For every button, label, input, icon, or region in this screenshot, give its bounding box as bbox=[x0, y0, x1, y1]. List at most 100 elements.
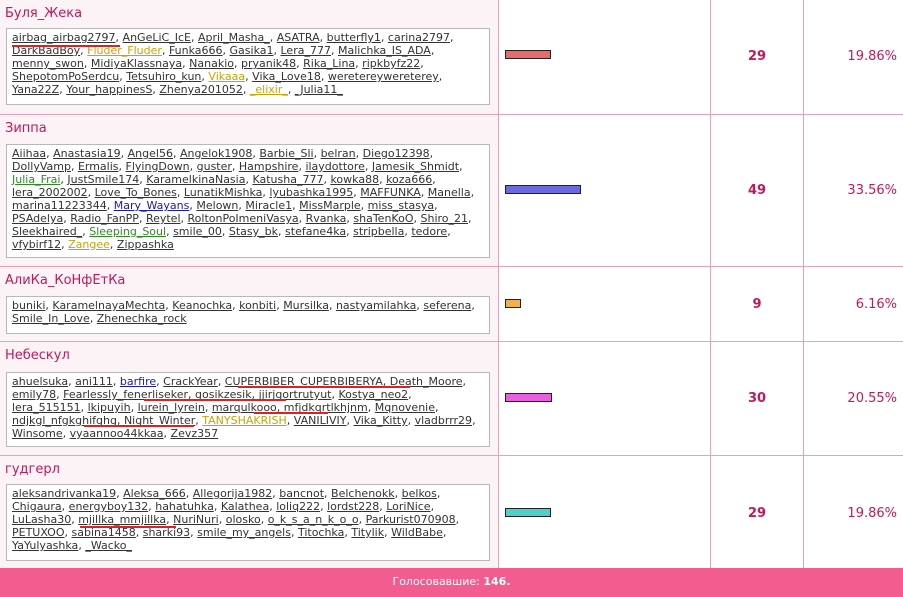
voter-link[interactable]: lordst228 bbox=[327, 500, 379, 513]
voter-link[interactable]: Malichka_IS_ADA bbox=[338, 44, 431, 57]
voter-link[interactable]: Barbie_Sli bbox=[259, 147, 313, 160]
voter-link[interactable]: MissMarple bbox=[299, 199, 361, 212]
voter-link[interactable]: olosko bbox=[226, 513, 261, 526]
voter-link[interactable]: Keanochka bbox=[172, 299, 232, 312]
voter-link[interactable]: AnGeLiC_IcE bbox=[123, 31, 191, 44]
voter-link[interactable]: Stasy_bk bbox=[229, 225, 278, 238]
voter-link[interactable]: Radio_FanPP bbox=[70, 212, 139, 225]
voter-link[interactable]: vfybirf12 bbox=[12, 238, 61, 251]
voter-link[interactable]: lyubashka1995 bbox=[269, 186, 353, 199]
voter-link[interactable]: belkos bbox=[402, 487, 437, 500]
voter-link[interactable]: Sleeping_Soul bbox=[89, 225, 166, 238]
voter-link[interactable]: o_k_s_a_n_k_o_o bbox=[268, 513, 359, 526]
voter-link[interactable]: DollyVamp bbox=[12, 160, 71, 173]
voter-link[interactable]: PSAdelya bbox=[12, 212, 63, 225]
voter-link[interactable]: Rvanka bbox=[306, 212, 347, 225]
voter-link[interactable]: VANILIVIY bbox=[294, 414, 347, 427]
voter-link[interactable]: YaYulyashka bbox=[12, 539, 78, 552]
voter-link[interactable]: vyaannoo44kkaa bbox=[70, 427, 164, 440]
voter-link[interactable]: LoriNice bbox=[386, 500, 430, 513]
voter-link[interactable]: LunatikMishka bbox=[184, 186, 263, 199]
voter-link[interactable]: Nanakio bbox=[189, 57, 234, 70]
voter-link[interactable]: _elixir_ bbox=[250, 83, 288, 96]
voter-link[interactable]: Tetsuhiro_kun bbox=[126, 70, 201, 83]
voter-link[interactable]: KaramelkinaNasia bbox=[146, 173, 245, 186]
voter-link[interactable]: stefane4ka bbox=[285, 225, 346, 238]
voter-link[interactable]: Hampshire bbox=[239, 160, 299, 173]
voter-link[interactable]: WildBabe bbox=[391, 526, 443, 539]
voter-link[interactable]: ripkbyfz22 bbox=[362, 57, 420, 70]
voter-link[interactable]: NuriNuri bbox=[173, 513, 219, 526]
voter-link[interactable]: shaTenKoO bbox=[353, 212, 413, 225]
voter-link[interactable]: Mary_Wayans bbox=[114, 199, 190, 212]
voter-link[interactable]: lera_515151 bbox=[12, 401, 81, 414]
voter-link[interactable]: stripbella bbox=[353, 225, 404, 238]
voter-link[interactable]: Aiihaa bbox=[12, 147, 46, 160]
voter-link[interactable]: Melown bbox=[196, 199, 238, 212]
voter-link[interactable]: Titylik bbox=[351, 526, 384, 539]
voter-link[interactable]: ani111 bbox=[75, 375, 113, 388]
voter-link[interactable]: Mursilka bbox=[283, 299, 329, 312]
voter-link[interactable]: airbag_airbag2797 bbox=[12, 31, 116, 44]
voter-link[interactable]: Your_happinesS bbox=[66, 83, 152, 96]
voter-link[interactable]: ASATRA bbox=[277, 31, 320, 44]
voter-link[interactable]: Shiro_21 bbox=[420, 212, 468, 225]
voter-link[interactable]: Ermalis bbox=[78, 160, 119, 173]
voter-link[interactable]: koza666 bbox=[386, 173, 432, 186]
voter-link[interactable]: Yana22Z bbox=[12, 83, 59, 96]
voter-link[interactable]: TANYSHAKRISH bbox=[202, 414, 286, 427]
voter-link[interactable]: JustSmile174 bbox=[67, 173, 139, 186]
voter-link[interactable]: Funka666 bbox=[169, 44, 223, 57]
voter-link[interactable]: Vika_Kitty bbox=[353, 414, 407, 427]
voter-link[interactable]: PETUXOO bbox=[12, 526, 65, 539]
voter-link[interactable]: ShepotomPoSerdcu bbox=[12, 70, 119, 83]
voter-link[interactable]: smile_my_angels bbox=[197, 526, 291, 539]
voter-link[interactable]: Gasika1 bbox=[230, 44, 274, 57]
voter-link[interactable]: Sleekhaired_ bbox=[12, 225, 82, 238]
voter-link[interactable]: ilaydottore bbox=[305, 160, 364, 173]
voter-link[interactable]: carina2797 bbox=[388, 31, 450, 44]
voter-link[interactable]: lera_2002002 bbox=[12, 186, 88, 199]
voter-link[interactable]: Lera_777 bbox=[281, 44, 331, 57]
voter-link[interactable]: miss_stasya bbox=[368, 199, 435, 212]
voter-link[interactable]: Katusha_777 bbox=[252, 173, 323, 186]
voter-link[interactable]: Zangee bbox=[68, 238, 110, 251]
voter-link[interactable]: vladbrrr29 bbox=[415, 414, 472, 427]
voter-link[interactable]: Reytel bbox=[146, 212, 181, 225]
voter-link[interactable]: Angelok1908 bbox=[180, 147, 252, 160]
voter-link[interactable]: energyboy132 bbox=[69, 500, 149, 513]
voter-link[interactable]: konbiti bbox=[239, 299, 276, 312]
voter-link[interactable]: Zevz357 bbox=[171, 427, 219, 440]
voter-link[interactable]: belran bbox=[321, 147, 356, 160]
voter-link[interactable]: menny_swon bbox=[12, 57, 84, 70]
voter-link[interactable]: kowka88 bbox=[330, 173, 379, 186]
voter-link[interactable]: Smile_In_Love bbox=[12, 312, 90, 325]
voter-link[interactable]: Vika_Love18 bbox=[252, 70, 321, 83]
voter-link[interactable]: FlyingDown bbox=[126, 160, 190, 173]
voter-link[interactable]: MidiyaKlassnaya bbox=[91, 57, 182, 70]
voter-link[interactable]: Diego12398 bbox=[363, 147, 430, 160]
voter-link[interactable]: Mqnovenie bbox=[375, 401, 435, 414]
voter-link[interactable]: Kostya_neo2 bbox=[338, 388, 408, 401]
voter-link[interactable]: Allegorija1982 bbox=[193, 487, 273, 500]
voter-link[interactable]: Anastasia19 bbox=[53, 147, 121, 160]
voter-link[interactable]: nastyamilahka bbox=[336, 299, 416, 312]
voter-link[interactable]: Zippashka bbox=[117, 238, 174, 251]
voter-link[interactable]: smile_00 bbox=[173, 225, 222, 238]
voter-link[interactable]: tedore bbox=[411, 225, 447, 238]
voter-link[interactable]: April_Masha_ bbox=[198, 31, 270, 44]
voter-link[interactable]: Vikaaa bbox=[208, 70, 245, 83]
voter-link[interactable]: barfire bbox=[120, 375, 156, 388]
voter-link[interactable]: RoltonPoImeniVasya bbox=[188, 212, 299, 225]
voter-link[interactable]: _Wacko_ bbox=[85, 539, 132, 552]
voter-link[interactable]: pryanik48 bbox=[241, 57, 296, 70]
voter-link[interactable]: Angel56 bbox=[128, 147, 173, 160]
voter-link[interactable]: MAFFUNKA bbox=[360, 186, 421, 199]
voter-link[interactable]: loliq222 bbox=[276, 500, 320, 513]
voter-link[interactable]: lurein_lyrein bbox=[138, 401, 205, 414]
voter-link[interactable]: lkipuyih bbox=[88, 401, 131, 414]
voter-link[interactable]: weretereywereterey bbox=[328, 70, 439, 83]
voter-link[interactable]: CrackYear bbox=[163, 375, 218, 388]
voter-link[interactable]: emily78 bbox=[12, 388, 56, 401]
voter-link[interactable]: guster bbox=[197, 160, 232, 173]
